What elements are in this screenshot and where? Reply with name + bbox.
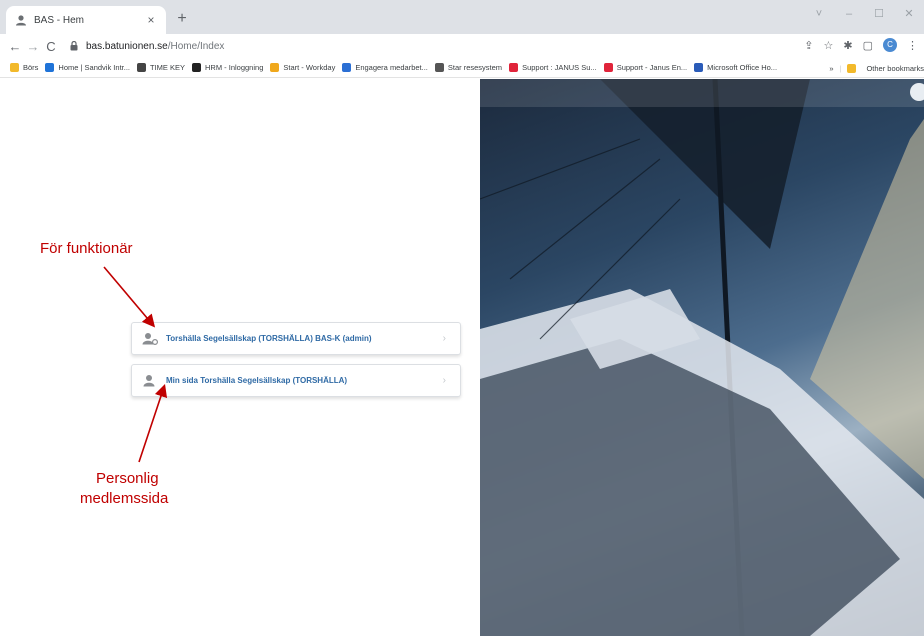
sailboat-illustration [480, 79, 924, 636]
admin-organization-link[interactable]: Torshälla Segelsällskap (TORSHÄLLA) BAS-… [131, 322, 461, 355]
sailing-hero-image [480, 79, 924, 636]
bookmark-item[interactable]: Microsoft Office Ho... [694, 63, 777, 72]
bookmark-item[interactable]: Start - Workday [270, 63, 335, 72]
bookmark-label: Microsoft Office Ho... [707, 63, 778, 72]
lock-icon [70, 41, 80, 51]
bookmark-favicon-icon [509, 63, 519, 72]
share-icon[interactable]: ⇪ [804, 39, 813, 52]
bookmark-item[interactable]: HRM - Inloggning [192, 63, 263, 72]
bookmark-favicon-icon [192, 63, 201, 72]
bookmarks-bar: Börs Home | Sandvik Intr... TIME KEY HRM - … [0, 58, 924, 78]
bookmark-label: Start - Workday [283, 63, 336, 72]
tab-strip: BAS - Hem × + ˅ – ☐ ✕ [0, 0, 924, 34]
bookmark-favicon-icon [434, 63, 444, 72]
bookmark-label: HRM - Inloggning [205, 63, 264, 72]
other-bookmarks[interactable]: Other bookmarks [866, 64, 924, 73]
bookmark-label: Star resesystem [447, 63, 503, 72]
annotation-officials: För funktionär [40, 240, 133, 257]
card-label: Torshälla Segelsällskap (TORSHÄLLA) BAS-… [166, 334, 372, 343]
bookmark-item[interactable]: Home | Sandvik Intr... [45, 63, 130, 72]
minimize-button[interactable]: – [834, 4, 864, 24]
bookmark-label: Börs [23, 63, 39, 72]
maximize-button[interactable]: ☐ [864, 4, 894, 24]
url-host: bas.batunionen.se [86, 40, 168, 52]
folder-icon [847, 63, 857, 73]
close-icon[interactable]: × [144, 13, 158, 27]
bookmarks-overflow-button[interactable]: » [829, 64, 833, 73]
toolbar-actions: ⇪ ☆ ✱ ▢ C ⋮ [804, 38, 918, 52]
bookmark-label: Home | Sandvik Intr... [58, 63, 130, 72]
forward-button[interactable]: → [24, 39, 42, 54]
side-panel-icon[interactable]: ▢ [863, 39, 873, 52]
bookmark-favicon-icon [342, 63, 352, 72]
bookmark-item[interactable]: Star resesystem [434, 63, 503, 72]
bookmark-label: Engagera medarbet... [355, 63, 428, 72]
window-controls: ˅ – ☐ ✕ [804, 4, 924, 24]
browser-window: BAS - Hem × + ˅ – ☐ ✕ ← → C bas.batunion… [0, 0, 924, 636]
reload-button[interactable]: C [42, 39, 60, 54]
new-tab-button[interactable]: + [172, 9, 192, 29]
bookmark-label: Support - Janus En... [616, 63, 688, 72]
divider: | [839, 63, 842, 73]
user-favicon-icon [14, 13, 28, 27]
bookmark-favicon-icon [603, 63, 613, 72]
address-bar[interactable]: bas.batunionen.se /Home/Index [70, 36, 850, 56]
bookmark-item[interactable]: Börs [10, 63, 38, 72]
chevron-right-icon: › [442, 333, 446, 344]
bookmark-label: TIME KEY [149, 63, 185, 72]
bookmark-favicon-icon [694, 63, 704, 72]
browser-toolbar: ← → C bas.batunionen.se /Home/Index ⇪ ☆ … [0, 34, 924, 58]
bookmark-label: Support : JANUS Su... [522, 63, 597, 72]
bookmark-item[interactable]: Support - Janus En... [603, 63, 688, 72]
extensions-icon[interactable]: ✱ [843, 39, 852, 52]
bookmark-favicon-icon [45, 63, 55, 72]
bookmark-favicon-icon [270, 63, 280, 72]
bookmark-favicon-icon [136, 63, 146, 72]
card-label: Min sida Torshälla Segelsällskap (TORSHÄ… [166, 376, 348, 385]
hero-header-bar [480, 79, 924, 107]
annotation-personal-line2: medlemssida [80, 490, 169, 507]
tab-title: BAS - Hem [34, 14, 85, 26]
bookmark-item[interactable]: Support : JANUS Su... [509, 63, 597, 72]
chevron-right-icon: › [442, 375, 446, 386]
browser-tab[interactable]: BAS - Hem × [6, 6, 166, 34]
star-icon[interactable]: ☆ [824, 39, 834, 52]
user-menu-icon[interactable] [910, 83, 924, 101]
bookmark-item[interactable]: TIME KEY [136, 63, 185, 72]
annotation-personal-line1: Personlig [96, 470, 159, 487]
menu-icon[interactable]: ⋮ [907, 39, 918, 52]
close-window-button[interactable]: ✕ [894, 4, 924, 24]
bookmark-favicon-icon [10, 63, 19, 72]
url-path: /Home/Index [167, 40, 225, 52]
bookmarks-right: » | Other bookmarks [823, 58, 924, 77]
profile-avatar[interactable]: C [883, 38, 897, 52]
arrow-to-personal-link [138, 383, 168, 463]
bookmark-item[interactable]: Engagera medarbet... [342, 63, 428, 72]
user-admin-icon [142, 332, 158, 346]
user-icon [142, 374, 158, 388]
page-content: Torshälla Segelsällskap (TORSHÄLLA) BAS-… [0, 79, 924, 636]
personal-page-link[interactable]: Min sida Torshälla Segelsällskap (TORSHÄ… [131, 364, 461, 397]
arrow-to-admin-link [103, 266, 156, 328]
chevron-down-icon[interactable]: ˅ [804, 4, 834, 24]
back-button[interactable]: ← [6, 39, 24, 54]
